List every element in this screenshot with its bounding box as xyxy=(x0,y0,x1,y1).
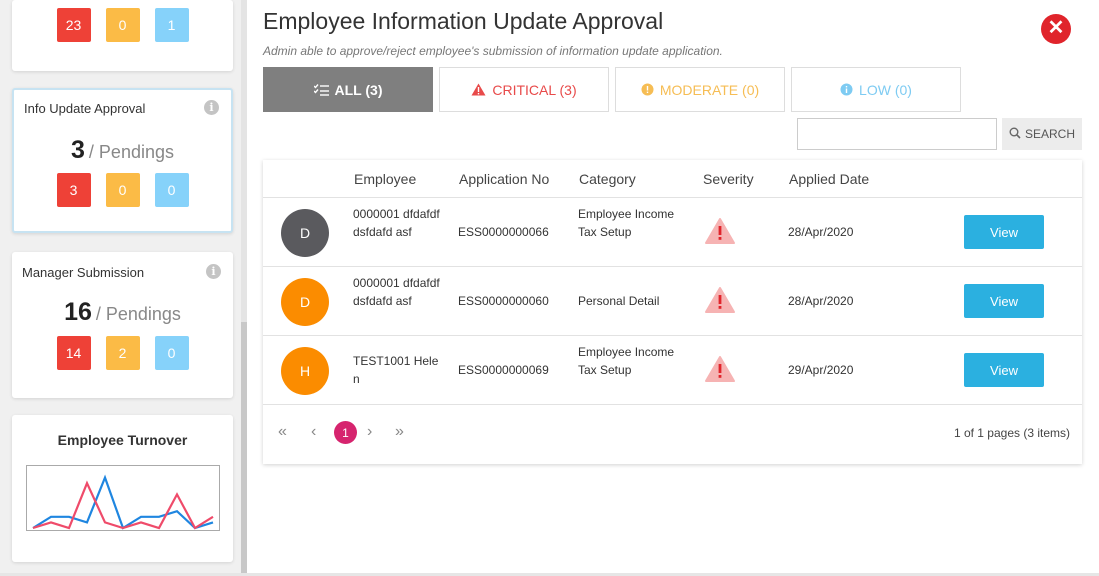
info-icon xyxy=(840,83,853,96)
search-button[interactable]: SEARCH xyxy=(1002,118,1082,150)
next-page-button[interactable]: › xyxy=(367,423,372,441)
card-title: Info Update Approval xyxy=(24,101,146,116)
column-header-applied-date[interactable]: Applied Date xyxy=(789,171,869,187)
tab-low-label: LOW (0) xyxy=(859,81,912,98)
applied-date-cell: 29/Apr/2020 xyxy=(788,363,854,377)
employee-cell: 0000001 dfdafdfdsfdafd asf xyxy=(353,276,440,308)
column-header-category[interactable]: Category xyxy=(579,171,636,187)
critical-count-badge: 23 xyxy=(56,8,91,42)
avatar: D xyxy=(281,209,329,257)
list-icon xyxy=(313,83,329,96)
info-icon[interactable]: i xyxy=(204,100,219,115)
warning-icon xyxy=(471,83,486,96)
low-count-badge: 0 xyxy=(154,336,189,370)
moderate-icon xyxy=(641,83,654,96)
applied-date-cell: 28/Apr/2020 xyxy=(788,225,854,239)
search-icon xyxy=(1009,127,1021,142)
employee-turnover-card[interactable]: Employee Turnover xyxy=(12,415,233,562)
pending-count: 3/ Pendings xyxy=(71,136,174,164)
application-no-cell: ESS0000000066 xyxy=(458,225,549,239)
low-count-badge: 0 xyxy=(154,173,189,207)
applied-date-cell: 28/Apr/2020 xyxy=(788,294,854,308)
main-panel: Employee Information Update Approval Adm… xyxy=(247,0,1099,576)
table-row[interactable]: H TEST1001 Helen ESS0000000069 Employee … xyxy=(263,336,1082,405)
critical-severity-icon xyxy=(704,355,736,387)
card-title: Manager Submission xyxy=(22,265,145,280)
page-number-button[interactable]: 1 xyxy=(334,421,357,444)
manager-submission-card[interactable]: Manager Submission i 16/ Pendings 14 2 0 xyxy=(12,252,233,398)
tab-critical-label: CRITICAL (3) xyxy=(492,81,577,98)
pending-count: 16/ Pendings xyxy=(64,298,181,326)
column-header-application-no[interactable]: Application No xyxy=(459,171,549,187)
sidebar: 23 0 1 Info Update Approval i 3/ Pending… xyxy=(0,0,246,576)
summary-card-top[interactable]: 23 0 1 xyxy=(12,0,233,71)
page-subtitle: Admin able to approve/reject employee's … xyxy=(263,44,723,58)
tab-all[interactable]: ALL (3) xyxy=(263,67,433,112)
employee-cell: 0000001 dfdafdfdsfdafd asf xyxy=(353,207,440,239)
critical-severity-icon xyxy=(704,217,736,249)
table-row[interactable]: D 0000001 dfdafdfdsfdafd asf ESS00000000… xyxy=(263,267,1082,336)
low-count-badge: 1 xyxy=(154,8,189,42)
search-button-label: SEARCH xyxy=(1024,127,1075,141)
count-badges: 3 0 0 xyxy=(14,173,231,207)
pagination-info: 1 of 1 pages (3 items) xyxy=(953,426,1070,440)
view-button[interactable]: View xyxy=(964,284,1044,318)
critical-count-badge: 14 xyxy=(56,336,91,370)
critical-count-badge: 3 xyxy=(56,173,91,207)
page-title: Employee Information Update Approval xyxy=(263,8,664,34)
employee-cell: TEST1001 Helen xyxy=(353,354,439,386)
turnover-chart xyxy=(26,465,220,531)
turnover-series-line-1 xyxy=(32,474,214,530)
card-title: Employee Turnover xyxy=(57,432,188,448)
tab-moderate-label: MODERATE (0) xyxy=(659,81,760,98)
applications-table: Employee Application No Category Severit… xyxy=(263,160,1082,464)
avatar: H xyxy=(281,347,329,395)
column-header-employee[interactable]: Employee xyxy=(354,171,416,187)
table-row[interactable]: D 0000001 dfdafdfdsfdafd asf ESS00000000… xyxy=(263,198,1082,267)
first-page-button[interactable]: « xyxy=(278,423,287,441)
turnover-series-line-2 xyxy=(32,480,214,530)
moderate-count-badge: 0 xyxy=(105,173,140,207)
search-input[interactable] xyxy=(797,118,997,150)
avatar: D xyxy=(281,278,329,326)
application-no-cell: ESS0000000069 xyxy=(458,363,549,377)
info-icon[interactable]: i xyxy=(206,264,221,279)
application-no-cell: ESS0000000060 xyxy=(458,294,549,308)
tab-all-label: ALL (3) xyxy=(334,81,383,98)
category-cell: Personal Detail xyxy=(578,294,660,308)
moderate-count-badge: 2 xyxy=(105,336,140,370)
tab-critical[interactable]: CRITICAL (3) xyxy=(439,67,609,112)
category-cell: Employee Income Tax Setup xyxy=(578,345,675,377)
count-badges: 23 0 1 xyxy=(12,8,233,42)
tab-moderate[interactable]: MODERATE (0) xyxy=(615,67,785,112)
count-badges: 14 2 0 xyxy=(12,336,233,370)
last-page-button[interactable]: » xyxy=(395,423,404,441)
close-button[interactable]: ✕ xyxy=(1041,14,1071,44)
prev-page-button[interactable]: ‹ xyxy=(311,423,316,441)
turnover-chart-svg xyxy=(32,474,214,530)
view-button[interactable]: View xyxy=(964,215,1044,249)
moderate-count-badge: 0 xyxy=(105,8,140,42)
view-button[interactable]: View xyxy=(964,353,1044,387)
critical-severity-icon xyxy=(704,286,736,318)
tab-low[interactable]: LOW (0) xyxy=(791,67,961,112)
column-header-severity[interactable]: Severity xyxy=(703,171,754,187)
info-update-approval-card[interactable]: Info Update Approval i 3/ Pendings 3 0 0 xyxy=(12,88,233,233)
category-cell: Employee Income Tax Setup xyxy=(578,207,675,239)
